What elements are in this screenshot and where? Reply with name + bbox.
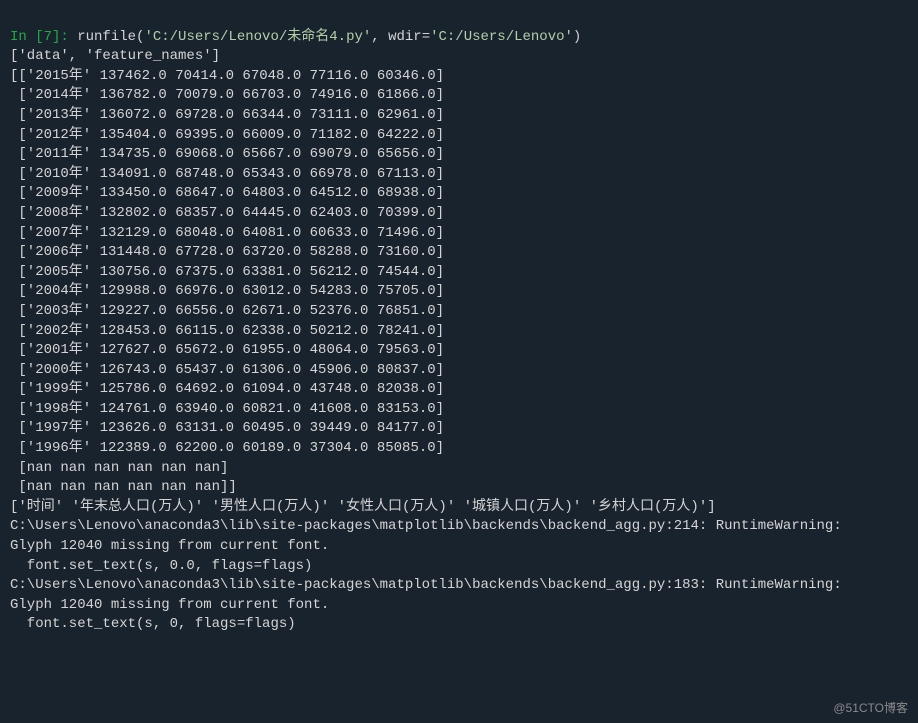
data-row: ['1997年' 123626.0 63131.0 60495.0 39449.… (10, 420, 444, 436)
data-row: ['2003年' 129227.0 66556.0 62671.0 52376.… (10, 303, 444, 319)
data-row: ['1998年' 124761.0 63940.0 60821.0 41608.… (10, 401, 444, 417)
data-row: ['2005年' 130756.0 67375.0 63381.0 56212.… (10, 264, 444, 280)
data-row: ['2007年' 132129.0 68048.0 64081.0 60633.… (10, 225, 444, 241)
data-row: ['1996年' 122389.0 62200.0 60189.0 37304.… (10, 440, 444, 456)
warning-line: C:\Users\Lenovo\anaconda3\lib\site-packa… (10, 518, 842, 534)
warning-line: Glyph 12040 missing from current font. (10, 597, 329, 613)
data-row: ['2011年' 134735.0 69068.0 65667.0 69079.… (10, 146, 444, 162)
keys-output: ['data', 'feature_names'] (10, 48, 220, 64)
data-row: [nan nan nan nan nan nan] (10, 460, 228, 476)
prompt-label: In [7]: (10, 29, 69, 45)
data-row: ['2006年' 131448.0 67728.0 63720.0 58288.… (10, 244, 444, 260)
data-row: ['2008年' 132802.0 68357.0 64445.0 62403.… (10, 205, 444, 221)
data-row: ['2013年' 136072.0 69728.0 66344.0 73111.… (10, 107, 444, 123)
runfile-call: runfile('C:/Users/Lenovo/未命名4.py', wdir=… (77, 29, 581, 45)
data-row: ['2009年' 133450.0 68647.0 64803.0 64512.… (10, 185, 444, 201)
data-row: [nan nan nan nan nan nan]] (10, 479, 237, 495)
data-row: [['2015年' 137462.0 70414.0 67048.0 77116… (10, 68, 444, 84)
feature-names-output: ['时间' '年末总人口(万人)' '男性人口(万人)' '女性人口(万人)' … (10, 499, 716, 515)
data-row: ['2001年' 127627.0 65672.0 61955.0 48064.… (10, 342, 444, 358)
input-prompt-line: In [7]: runfile('C:/Users/Lenovo/未命名4.py… (10, 29, 581, 45)
data-row: ['1999年' 125786.0 64692.0 61094.0 43748.… (10, 381, 444, 397)
data-row: ['2002年' 128453.0 66115.0 62338.0 50212.… (10, 323, 444, 339)
warning-line: C:\Users\Lenovo\anaconda3\lib\site-packa… (10, 577, 842, 593)
watermark: @51CTO博客 (833, 700, 908, 717)
data-row: ['2000年' 126743.0 65437.0 61306.0 45906.… (10, 362, 444, 378)
data-row: ['2014年' 136782.0 70079.0 66703.0 74916.… (10, 87, 444, 103)
console-output[interactable]: In [7]: runfile('C:/Users/Lenovo/未命名4.py… (0, 0, 918, 643)
data-row: ['2010年' 134091.0 68748.0 65343.0 66978.… (10, 166, 444, 182)
warning-line: font.set_text(s, 0.0, flags=flags) (10, 558, 312, 574)
warning-line: Glyph 12040 missing from current font. (10, 538, 329, 554)
warning-line: font.set_text(s, 0, flags=flags) (10, 616, 296, 632)
data-row: ['2012年' 135404.0 69395.0 66009.0 71182.… (10, 127, 444, 143)
data-row: ['2004年' 129988.0 66976.0 63012.0 54283.… (10, 283, 444, 299)
